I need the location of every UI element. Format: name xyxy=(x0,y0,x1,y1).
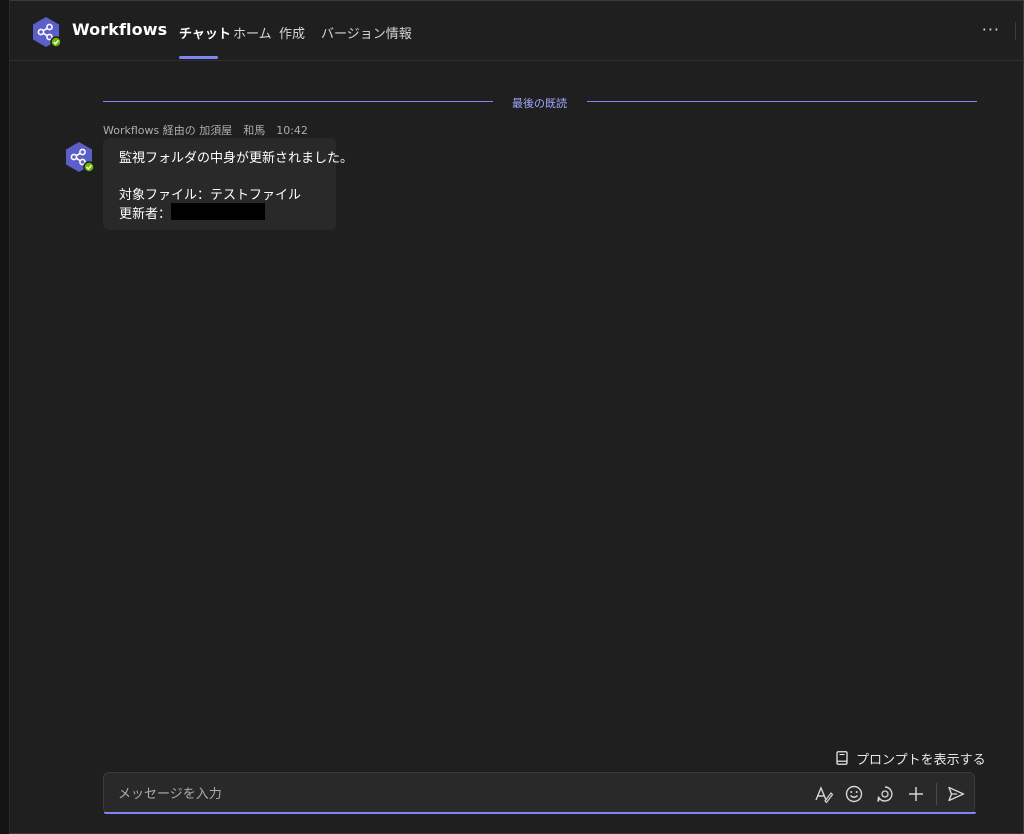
loop-icon[interactable] xyxy=(875,784,895,804)
redacted-block xyxy=(171,203,265,220)
composer-divider xyxy=(936,783,937,805)
app-header: Workflows チャット ホーム 作成 バージョン情報 ··· xyxy=(10,0,1024,61)
message-bubble[interactable]: 監視フォルダの中身が更新されました。 対象ファイル：テストファイル 更新者： xyxy=(103,138,353,230)
composer-focus-indicator xyxy=(104,812,976,814)
message-line-2: 対象ファイル：テストファイル xyxy=(119,188,302,203)
format-icon[interactable] xyxy=(814,784,834,804)
more-options-button[interactable]: ··· xyxy=(982,20,1000,39)
show-prompts-label: プロンプトを表示する xyxy=(856,753,986,768)
message-meta: Workflows 経由の 加須屋 和馬 10:42 xyxy=(103,124,308,137)
book-icon xyxy=(836,751,848,765)
plus-icon[interactable] xyxy=(906,784,926,804)
last-read-line-left xyxy=(103,101,493,102)
emoji-icon[interactable] xyxy=(844,784,864,804)
bot-avatar-icon xyxy=(66,142,95,173)
tab-home[interactable]: ホーム xyxy=(233,23,272,42)
tab-chat[interactable]: チャット xyxy=(179,23,231,42)
message-input[interactable] xyxy=(116,782,800,806)
last-read-line-right xyxy=(587,101,977,102)
active-tab-indicator xyxy=(179,56,218,59)
message-line-1: 監視フォルダの中身が更新されました。 xyxy=(119,151,354,166)
workflows-app-icon xyxy=(33,17,62,48)
left-rail xyxy=(0,0,10,834)
header-divider xyxy=(1015,22,1016,40)
last-read-label: 最後の既読 xyxy=(512,97,567,110)
send-icon[interactable] xyxy=(946,784,966,804)
tab-about[interactable]: バージョン情報 xyxy=(321,23,412,42)
message-composer xyxy=(103,772,975,814)
message-line-3: 更新者： xyxy=(119,207,172,222)
app-title: Workflows xyxy=(72,20,168,39)
tab-create[interactable]: 作成 xyxy=(279,23,305,42)
